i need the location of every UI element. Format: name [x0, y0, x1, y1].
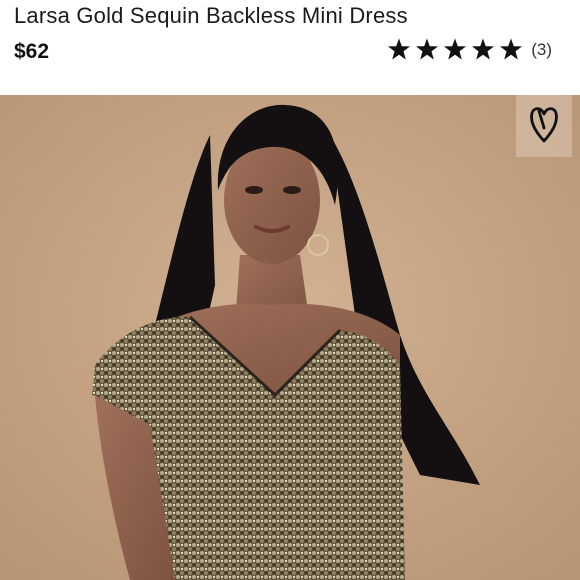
- review-count[interactable]: (3): [531, 40, 552, 60]
- star-icon: [471, 38, 495, 61]
- product-image[interactable]: [0, 95, 580, 580]
- star-rating: [387, 38, 523, 61]
- star-icon: [499, 38, 523, 61]
- favorite-button[interactable]: [516, 95, 572, 157]
- heart-icon: [528, 104, 560, 149]
- star-icon: [415, 38, 439, 61]
- product-title: Larsa Gold Sequin Backless Mini Dress: [14, 3, 408, 28]
- model-illustration: [0, 95, 580, 580]
- product-header: Larsa Gold Sequin Backless Mini Dress $6…: [0, 0, 580, 95]
- product-price: $62: [14, 40, 50, 63]
- rating-summary[interactable]: (3): [387, 38, 552, 61]
- star-icon: [443, 38, 467, 61]
- star-icon: [387, 38, 411, 61]
